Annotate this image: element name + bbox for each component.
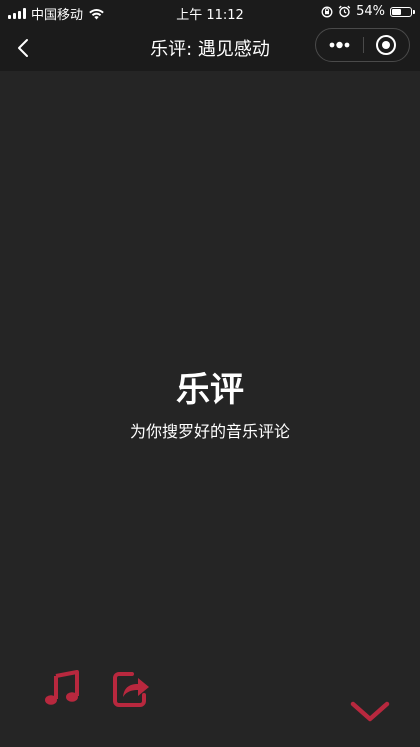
hero-title: 乐评	[176, 370, 244, 410]
more-icon	[329, 41, 350, 49]
mini-program-capsule	[315, 28, 410, 62]
back-icon	[18, 39, 28, 57]
back-button[interactable]	[10, 34, 38, 62]
music-note-icon	[45, 670, 79, 705]
battery-icon	[390, 6, 415, 17]
app-screen: 中国移动 上午 11:12 54% 乐评: 遇见感动 乐评 为你搜罗好的音乐评论	[0, 0, 420, 747]
close-target-icon	[376, 35, 396, 55]
chevron-down-icon	[350, 701, 390, 722]
orientation-lock-icon	[321, 6, 333, 17]
close-button[interactable]	[364, 29, 409, 61]
hero-subtitle: 为你搜罗好的音乐评论	[129, 422, 290, 441]
more-button[interactable]	[316, 29, 363, 61]
share-button[interactable]	[110, 668, 152, 710]
music-button[interactable]	[42, 668, 82, 708]
status-bar: 中国移动 上午 11:12 54%	[0, 0, 420, 24]
navigation-bar: 乐评: 遇见感动	[0, 24, 420, 71]
share-icon	[113, 672, 149, 707]
scroll-down-button[interactable]	[348, 696, 392, 726]
battery-percent: 54%	[356, 4, 385, 19]
alarm-icon	[338, 5, 351, 18]
status-right: 54%	[321, 4, 415, 19]
hero-section: 乐评 为你搜罗好的音乐评论	[0, 368, 420, 442]
battery-level	[392, 8, 402, 15]
